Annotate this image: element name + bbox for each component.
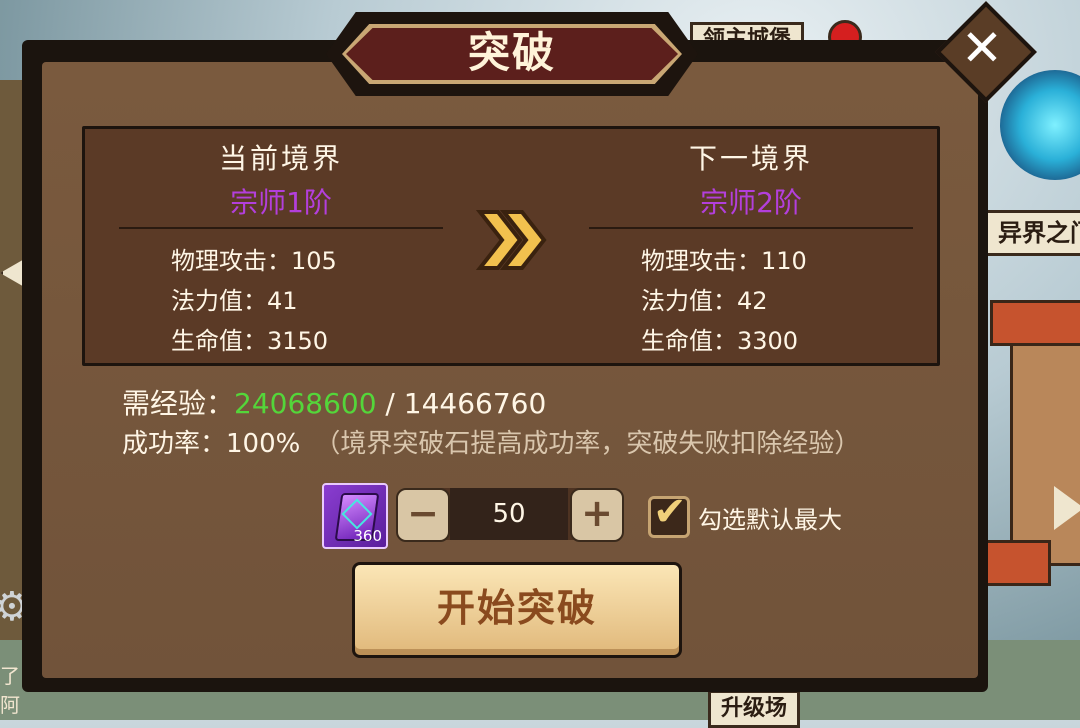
default-max-checkbox[interactable]: ✔ — [648, 489, 690, 538]
current-realm-column: 当前境界 宗师1阶 物理攻击：105 法力值：41 生命值：3150 — [119, 129, 443, 363]
next-mana: 法力值：42 — [641, 287, 768, 315]
exp-line: 需经验：24068600 / 14466760 — [122, 382, 546, 422]
current-hp: 生命值：3150 — [171, 327, 329, 355]
exp-required: 14466760 — [403, 387, 547, 420]
dialog-title: 突破 — [467, 28, 556, 77]
next-realm-value: 宗师2阶 — [700, 186, 802, 219]
exp-current: 24068600 — [234, 387, 377, 420]
increase-button[interactable]: + — [570, 488, 624, 542]
current-mana: 法力值：41 — [171, 287, 298, 315]
next-realm-column: 下一境界 宗师2阶 物理攻击：110 法力值：42 生命值：3300 — [589, 129, 913, 363]
otherworld-gate-label[interactable]: 异界之门 — [985, 210, 1080, 256]
close-icon: ✕ — [961, 19, 1003, 77]
double-chevron-right-icon — [476, 210, 547, 270]
upgrade-field-label[interactable]: 升级场 — [708, 690, 801, 728]
next-realm-heading: 下一境界 — [688, 142, 813, 175]
quantity-value[interactable]: 50 — [450, 488, 568, 540]
roof-icon — [985, 540, 1051, 586]
current-realm-value: 宗师1阶 — [230, 186, 332, 219]
rate-label: 成功率： — [122, 429, 227, 459]
rate-value: 100% — [226, 429, 301, 459]
start-breakthrough-button[interactable]: 开始突破 — [352, 562, 682, 658]
quantity-stepper: 50 − + — [396, 488, 624, 542]
current-realm-heading: 当前境界 — [218, 142, 343, 175]
default-max-label[interactable]: 勾选默认最大 — [698, 500, 842, 535]
next-physical-attack: 物理攻击：110 — [641, 247, 807, 275]
success-rate-line: 成功率：100% （境界突破石提高成功率，突破失败扣除经验） — [122, 423, 860, 460]
divider — [119, 227, 443, 229]
exp-label: 需经验： — [122, 387, 235, 420]
checkmark-icon: ✔ — [653, 489, 687, 535]
close-button[interactable]: ✕ — [935, 1, 1037, 103]
breakthrough-stone-item[interactable]: 360 — [322, 483, 388, 549]
roof-icon — [990, 300, 1080, 346]
rate-note: （境界突破石提高成功率，突破失败扣除经验） — [314, 429, 861, 459]
current-physical-attack: 物理攻击：105 — [171, 247, 337, 275]
start-breakthrough-label: 开始突破 — [436, 586, 597, 630]
chat-peek-text: 了 阿 — [0, 664, 20, 717]
exp-separator: / — [376, 387, 404, 420]
item-count: 360 — [353, 527, 382, 545]
next-hp: 生命值：3300 — [641, 327, 799, 355]
divider — [589, 227, 913, 229]
decrease-button[interactable]: − — [396, 488, 450, 542]
